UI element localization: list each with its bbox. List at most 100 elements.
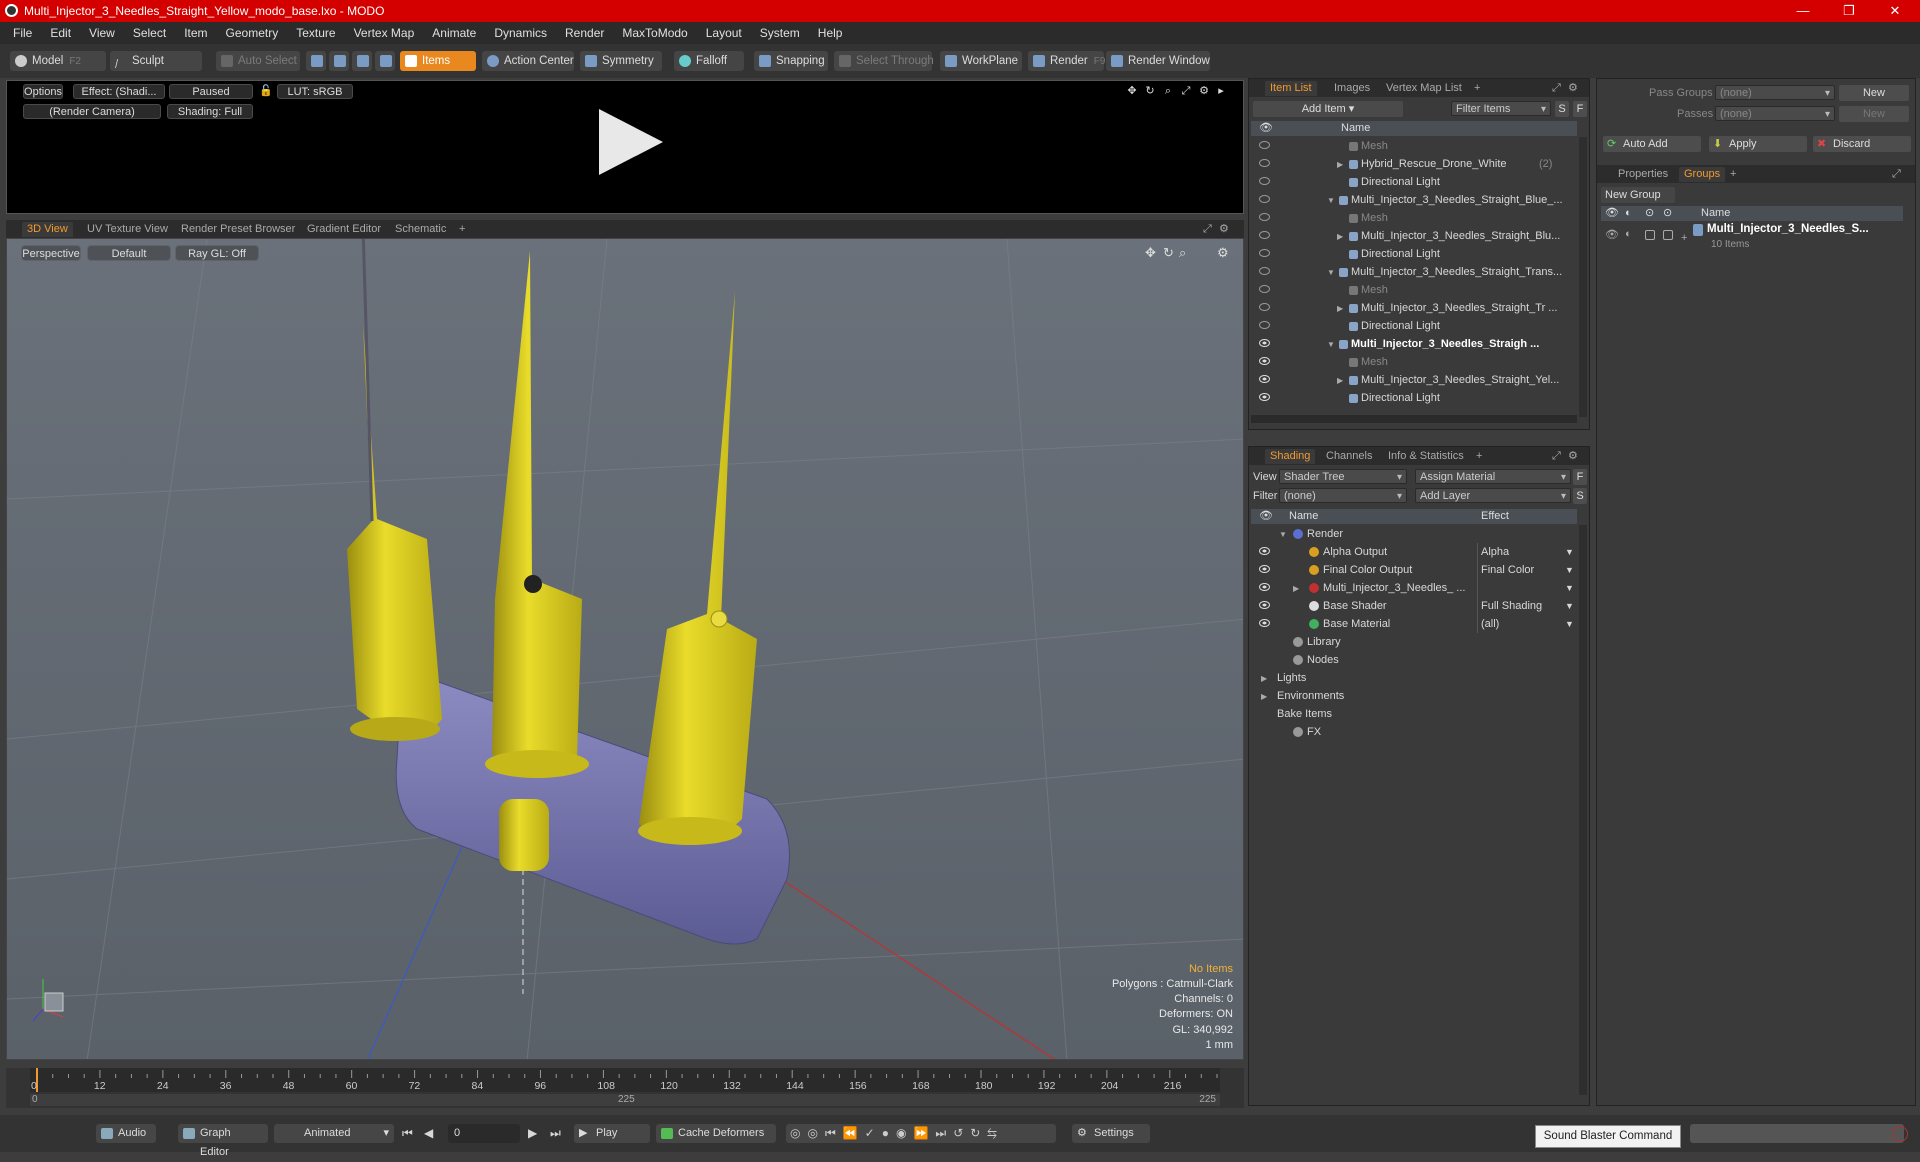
tab-uv-texture-view[interactable]: UV Texture View (82, 222, 173, 237)
expand-arrow-icon[interactable]: ▶ (1337, 372, 1343, 390)
effect-dropdown[interactable]: Final Color (1481, 561, 1534, 579)
render-button[interactable]: Render F9 (1028, 51, 1105, 71)
select-through-button[interactable]: Select Through (834, 51, 934, 71)
tab-groups[interactable]: Groups (1679, 167, 1726, 182)
assign-material-button[interactable]: Assign Material (1415, 469, 1571, 485)
graph-editor-button[interactable]: Graph Editor (178, 1124, 268, 1158)
audio-button[interactable]: Audio (96, 1124, 156, 1143)
item-row[interactable]: Directional Light (1251, 245, 1577, 263)
shader-row[interactable]: Base Material (all) ▼ (1251, 615, 1577, 633)
gear-icon[interactable]: ⚙ (1217, 245, 1229, 261)
effect-dropdown[interactable]: Alpha (1481, 543, 1509, 561)
3d-viewport[interactable]: Perspective Default Ray GL: Off ✥ ↻ ⌕ ⚙ … (6, 238, 1244, 1060)
view-dropdown[interactable]: Shader Tree (1279, 469, 1407, 485)
shader-row[interactable]: Nodes (1251, 651, 1577, 669)
expand-arrow-icon[interactable]: ▶ (1293, 580, 1299, 598)
skip-end-icon[interactable]: ⏭ (550, 1126, 561, 1141)
add-tab-button[interactable]: + (1725, 167, 1741, 182)
animated-dropdown[interactable]: Animated ▾ (274, 1124, 394, 1143)
edges-mode-button[interactable] (329, 51, 349, 71)
item-row[interactable]: Directional Light (1251, 173, 1577, 191)
menu-texture[interactable]: Texture (287, 22, 344, 44)
expand-arrow-icon[interactable]: ▶ (1261, 670, 1267, 688)
group-row[interactable]: 👁 ◐ + Multi_Injector_3_Needles_S... 10 I… (1601, 222, 1903, 256)
item-row[interactable]: Mesh (1251, 281, 1577, 299)
raygl-dropdown[interactable]: Ray GL: Off (175, 245, 259, 261)
snapping-button[interactable]: Snapping (754, 51, 828, 71)
add-item-dropdown[interactable]: Add Item ▾ (1253, 101, 1403, 117)
chevron-down-icon[interactable]: ▼ (1565, 561, 1574, 579)
filter-dropdown[interactable]: (none) (1279, 488, 1407, 504)
visibility-eye-icon[interactable] (1259, 141, 1270, 149)
maximize-button[interactable]: ❐ (1826, 0, 1872, 22)
gear-icon[interactable]: ⚙ (1214, 222, 1234, 237)
workplane-button[interactable]: WorkPlane (940, 51, 1022, 71)
timeline[interactable]: 0 12 24 36 48 60 72 84 96 108 120 132 144 156 168 180 19… (6, 1068, 1244, 1108)
tab-vertex-map-list[interactable]: Vertex Map List (1381, 81, 1467, 96)
item-row[interactable]: ▶ Multi_Injector_3_Needles_Straight_Blu..… (1251, 227, 1577, 245)
item-row[interactable]: ▼ Multi_Injector_3_Needles_Straight_Blue_… (1251, 191, 1577, 209)
menu-select[interactable]: Select (124, 22, 175, 44)
gear-icon[interactable]: ⚙ (1563, 449, 1583, 464)
visibility-eye-icon[interactable]: 👁 (1605, 228, 1619, 241)
effect-dropdown[interactable]: (all) (1481, 615, 1499, 633)
visibility-eye-icon[interactable] (1259, 375, 1270, 383)
rotate-icon[interactable]: ↻ (1163, 245, 1174, 261)
preview-options-button[interactable]: Options (23, 84, 63, 99)
discard-button[interactable]: ✖ Discard (1813, 136, 1911, 152)
passes-dropdown[interactable]: (none) (1715, 106, 1835, 122)
chevron-down-icon[interactable]: ▼ (1565, 543, 1574, 561)
shading-f-button[interactable]: F (1573, 469, 1587, 485)
visibility-eye-icon[interactable] (1259, 231, 1270, 239)
materials-mode-button[interactable] (375, 51, 395, 71)
gear-icon[interactable]: ⚙ (1197, 84, 1211, 99)
keyframe-tools[interactable]: ◎◎⏮⏪✓●◉⏩⏭↺↻⇆ (786, 1124, 1056, 1143)
expand-icon[interactable]: ⤢ (1887, 167, 1906, 182)
visibility-eye-icon[interactable] (1259, 177, 1270, 185)
item-row[interactable]: Mesh (1251, 209, 1577, 227)
visibility-eye-icon[interactable] (1259, 321, 1270, 329)
visibility-eye-icon[interactable] (1259, 267, 1270, 275)
filter-items-input[interactable]: Filter Items (1451, 101, 1551, 117)
menu-vertex-map[interactable]: Vertex Map (345, 22, 424, 44)
new-pass-group-button[interactable]: New (1839, 85, 1909, 101)
tab-properties[interactable]: Properties (1613, 167, 1673, 182)
tab-3d-view[interactable]: 3D View (22, 222, 73, 237)
step-back-icon[interactable]: ◀ (424, 1126, 433, 1140)
polygons-mode-button[interactable] (352, 51, 372, 71)
render-toggle-icon[interactable]: ◐ (1625, 228, 1632, 240)
camera-dropdown[interactable]: (Render Camera) (23, 104, 161, 119)
select-checkbox[interactable] (1663, 230, 1673, 240)
tab-info-statistics[interactable]: Info & Statistics (1383, 449, 1469, 464)
perspective-dropdown[interactable]: Perspective (21, 245, 81, 261)
expand-arrow-icon[interactable]: ▶ (1337, 228, 1343, 246)
shader-tree-vscroll[interactable] (1579, 525, 1587, 1095)
add-tab-button[interactable]: + (1471, 449, 1487, 464)
shader-row[interactable]: Base Shader Full Shading ▼ (1251, 597, 1577, 615)
new-group-button[interactable]: New Group (1601, 187, 1675, 203)
collapse-arrow-icon[interactable]: ▼ (1327, 264, 1335, 282)
default-style-dropdown[interactable]: Default (87, 245, 171, 261)
menu-edit[interactable]: Edit (41, 22, 80, 44)
menu-animate[interactable]: Animate (423, 22, 485, 44)
item-row[interactable]: Mesh (1251, 137, 1577, 155)
lut-dropdown[interactable]: LUT: sRGB (277, 84, 353, 99)
tab-render-preset-browser[interactable]: Render Preset Browser (176, 222, 300, 237)
expand-arrow-icon[interactable]: ▶ (1337, 156, 1343, 174)
shader-row[interactable]: ▶ Lights (1251, 669, 1577, 687)
settings-button[interactable]: ⚙ Settings (1072, 1124, 1150, 1143)
filter-s-button[interactable]: S (1555, 101, 1569, 117)
visibility-eye-icon[interactable] (1259, 303, 1270, 311)
menu-render[interactable]: Render (556, 22, 613, 44)
chevron-down-icon[interactable]: ▼ (1565, 615, 1574, 633)
visibility-eye-icon[interactable] (1259, 565, 1270, 573)
play-render-icon[interactable] (599, 109, 663, 175)
menu-maxtomodo[interactable]: MaxToModo (613, 22, 696, 44)
tab-item-list[interactable]: Item List (1265, 81, 1317, 96)
shader-row[interactable]: ▶ Environments (1251, 687, 1577, 705)
add-layer-dropdown[interactable]: Add Layer (1415, 488, 1571, 504)
tab-schematic[interactable]: Schematic (390, 222, 451, 237)
shader-row[interactable]: ▶ Multi_Injector_3_Needles_ ... ▼ (1251, 579, 1577, 597)
menu-view[interactable]: View (80, 22, 124, 44)
shader-row[interactable]: Bake Items (1251, 705, 1577, 723)
